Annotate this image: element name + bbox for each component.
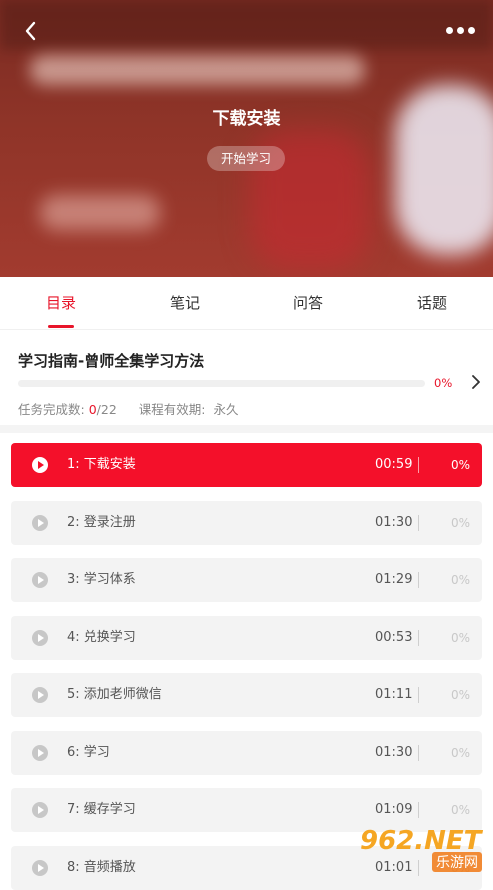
lesson-divider [418, 745, 419, 761]
lesson-progress: 0% [450, 573, 470, 587]
lesson-row[interactable]: 5: 添加老师微信 01:11 0% [11, 673, 482, 717]
play-icon [32, 802, 48, 818]
lesson-row[interactable]: 4: 兑换学习 00:53 0% [11, 616, 482, 660]
lesson-progress: 0% [450, 688, 470, 702]
more-button[interactable] [440, 20, 478, 42]
lesson-row[interactable]: 1: 下载安装 00:59 0% [11, 443, 482, 487]
lesson-progress: 0% [450, 516, 470, 530]
tab-label: 话题 [416, 294, 447, 312]
lesson-divider [418, 687, 419, 703]
play-icon [32, 457, 48, 473]
lesson-divider [418, 515, 419, 531]
lesson-duration: 01:30 [375, 745, 413, 760]
course-progress-bar [18, 380, 425, 387]
banner-blur [40, 195, 160, 230]
section-divider [0, 425, 493, 433]
lesson-row[interactable]: 2: 登录注册 01:30 0% [11, 501, 482, 545]
play-icon [32, 515, 48, 531]
lesson-title: 7: 缓存学习 [67, 802, 136, 817]
tab-notes[interactable]: 笔记 [146, 277, 224, 329]
tab-label: 笔记 [169, 294, 200, 312]
tab-label: 问答 [292, 294, 323, 312]
lesson-divider [418, 802, 419, 818]
lesson-duration: 01:11 [375, 687, 413, 702]
lesson-title: 5: 添加老师微信 [67, 687, 162, 702]
lesson-duration: 00:53 [375, 630, 413, 645]
play-icon [32, 630, 48, 646]
lesson-progress: 0% [450, 861, 470, 875]
banner-blur [30, 55, 365, 85]
start-learning-button[interactable]: 开始学习 [207, 146, 285, 171]
lesson-title: 1: 下载安装 [67, 457, 136, 472]
validity-value: 永久 [213, 402, 239, 417]
play-icon [32, 860, 48, 876]
tasks-total-count: /22 [96, 402, 117, 417]
tab-bar: 目录 笔记 问答 话题 [0, 277, 493, 330]
lesson-row[interactable]: 3: 学习体系 01:29 0% [11, 558, 482, 602]
lesson-duration: 00:59 [375, 457, 413, 472]
course-title: 学习指南-曾师全集学习方法 [18, 352, 205, 370]
tasks-done-count: 0 [88, 402, 97, 417]
tab-label: 目录 [45, 294, 76, 312]
lesson-progress: 0% [450, 458, 470, 472]
course-banner: 下载安装 开始学习 [0, 0, 493, 277]
lesson-divider [418, 572, 419, 588]
lesson-title: 4: 兑换学习 [67, 630, 136, 645]
course-info-card[interactable]: 学习指南-曾师全集学习方法 0% 任务完成数: 0/22 课程有效期: 永久 [0, 330, 493, 425]
validity-label: 课程有效期: [138, 402, 206, 417]
lesson-row[interactable]: 8: 音频播放 01:01 0% [11, 846, 482, 890]
chevron-left-icon [25, 21, 36, 41]
lesson-divider [418, 860, 419, 876]
lesson-row[interactable]: 6: 学习 01:30 0% [11, 731, 482, 775]
lesson-duration: 01:30 [375, 515, 413, 530]
play-icon [32, 687, 48, 703]
lesson-progress: 0% [450, 631, 470, 645]
tab-topics[interactable]: 话题 [393, 277, 471, 329]
lesson-title: 6: 学习 [67, 745, 110, 760]
play-icon [32, 745, 48, 761]
lesson-title: 3: 学习体系 [67, 572, 136, 587]
lesson-progress: 0% [450, 803, 470, 817]
back-button[interactable] [18, 18, 44, 44]
lesson-duration: 01:01 [375, 860, 413, 875]
tab-catalog[interactable]: 目录 [22, 277, 100, 329]
chevron-right-icon [472, 375, 480, 389]
lesson-progress: 0% [450, 746, 470, 760]
play-icon [32, 572, 48, 588]
tasks-label: 任务完成数: [18, 402, 85, 417]
lesson-row[interactable]: 7: 缓存学习 01:09 0% [11, 788, 482, 832]
tab-active-indicator [48, 325, 74, 328]
lesson-duration: 01:29 [375, 572, 413, 587]
tab-qa[interactable]: 问答 [269, 277, 347, 329]
lesson-title: 8: 音频播放 [67, 860, 136, 875]
video-title: 下载安装 [212, 109, 281, 129]
lesson-divider [418, 630, 419, 646]
course-meta: 任务完成数: 0/22 课程有效期: 永久 [18, 399, 238, 418]
lesson-divider [418, 457, 419, 473]
lesson-duration: 01:09 [375, 802, 413, 817]
lesson-title: 2: 登录注册 [67, 515, 136, 530]
banner-blur [0, 0, 493, 50]
course-progress-percent: 0% [434, 376, 453, 390]
